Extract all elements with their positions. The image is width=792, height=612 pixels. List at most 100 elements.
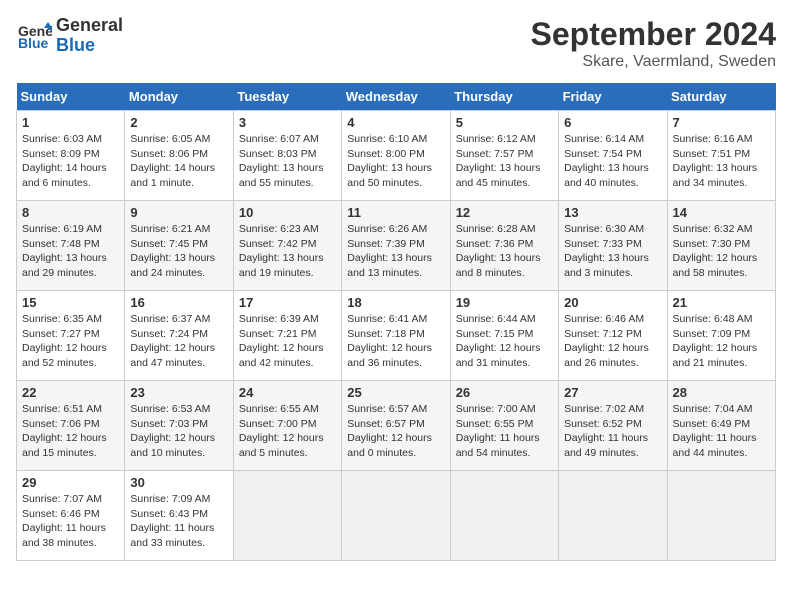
day-number: 11 <box>347 205 444 220</box>
calendar-day-cell: 6 Sunrise: 6:14 AMSunset: 7:54 PMDaylight… <box>559 111 667 201</box>
calendar-day-cell <box>233 471 341 561</box>
calendar-day-cell: 2 Sunrise: 6:05 AMSunset: 8:06 PMDaylight… <box>125 111 233 201</box>
day-number: 17 <box>239 295 336 310</box>
calendar-table: SundayMondayTuesdayWednesdayThursdayFrid… <box>16 83 776 561</box>
day-of-week-header: Tuesday <box>233 83 341 111</box>
day-number: 5 <box>456 115 553 130</box>
day-number: 24 <box>239 385 336 400</box>
calendar-week-row: 22 Sunrise: 6:51 AMSunset: 7:06 PMDayligh… <box>17 381 776 471</box>
calendar-day-cell: 3Sunrise: 6:07 AMSunset: 8:03 PMDaylight… <box>233 111 341 201</box>
day-number: 19 <box>456 295 553 310</box>
day-number: 13 <box>564 205 661 220</box>
day-number: 21 <box>673 295 770 310</box>
calendar-day-cell: 23 Sunrise: 6:53 AMSunset: 7:03 PMDayligh… <box>125 381 233 471</box>
day-info: Sunrise: 6:16 AMSunset: 7:51 PMDaylight:… <box>673 132 770 191</box>
day-info: Sunrise: 6:03 AMSunset: 8:09 PMDaylight:… <box>22 132 119 191</box>
day-number: 23 <box>130 385 227 400</box>
calendar-day-cell: 20Sunrise: 6:46 AMSunset: 7:12 PMDayligh… <box>559 291 667 381</box>
calendar-day-cell: 25 Sunrise: 6:57 AMSunset: 6:57 PMDayligh… <box>342 381 450 471</box>
calendar-body: 1 Sunrise: 6:03 AMSunset: 8:09 PMDaylight… <box>17 111 776 561</box>
day-number: 7 <box>673 115 770 130</box>
logo-text: General Blue <box>56 16 123 56</box>
logo-icon: General Blue <box>16 18 52 54</box>
day-info: Sunrise: 6:30 AMSunset: 7:33 PMDaylight:… <box>564 222 661 281</box>
calendar-day-cell: 11Sunrise: 6:26 AMSunset: 7:39 PMDayligh… <box>342 201 450 291</box>
calendar-day-cell: 8Sunrise: 6:19 AMSunset: 7:48 PMDaylight… <box>17 201 125 291</box>
day-of-week-header: Sunday <box>17 83 125 111</box>
calendar-day-cell: 1 Sunrise: 6:03 AMSunset: 8:09 PMDaylight… <box>17 111 125 201</box>
calendar-day-cell: 7 Sunrise: 6:16 AMSunset: 7:51 PMDaylight… <box>667 111 775 201</box>
calendar-day-cell: 17 Sunrise: 6:39 AMSunset: 7:21 PMDayligh… <box>233 291 341 381</box>
day-number: 12 <box>456 205 553 220</box>
day-number: 6 <box>564 115 661 130</box>
day-info: Sunrise: 6:57 AMSunset: 6:57 PMDaylight:… <box>347 402 444 461</box>
day-info: Sunrise: 6:53 AMSunset: 7:03 PMDaylight:… <box>130 402 227 461</box>
day-info: Sunrise: 6:41 AMSunset: 7:18 PMDaylight:… <box>347 312 444 371</box>
header: General Blue General Blue September 2024… <box>16 16 776 71</box>
day-number: 18 <box>347 295 444 310</box>
day-info: Sunrise: 6:28 AMSunset: 7:36 PMDaylight:… <box>456 222 553 281</box>
calendar-day-cell: 4 Sunrise: 6:10 AMSunset: 8:00 PMDaylight… <box>342 111 450 201</box>
day-info: Sunrise: 6:37 AMSunset: 7:24 PMDaylight:… <box>130 312 227 371</box>
calendar-day-cell <box>667 471 775 561</box>
day-number: 29 <box>22 475 119 490</box>
day-info: Sunrise: 6:14 AMSunset: 7:54 PMDaylight:… <box>564 132 661 191</box>
day-info: Sunrise: 6:55 AMSunset: 7:00 PMDaylight:… <box>239 402 336 461</box>
calendar-day-cell: 19 Sunrise: 6:44 AMSunset: 7:15 PMDayligh… <box>450 291 558 381</box>
calendar-day-cell: 30 Sunrise: 7:09 AMSunset: 6:43 PMDayligh… <box>125 471 233 561</box>
day-of-week-header: Monday <box>125 83 233 111</box>
calendar-header-row: SundayMondayTuesdayWednesdayThursdayFrid… <box>17 83 776 111</box>
day-number: 9 <box>130 205 227 220</box>
day-number: 27 <box>564 385 661 400</box>
calendar-day-cell: 9 Sunrise: 6:21 AMSunset: 7:45 PMDaylight… <box>125 201 233 291</box>
day-info: Sunrise: 7:07 AMSunset: 6:46 PMDaylight:… <box>22 492 119 551</box>
day-number: 20 <box>564 295 661 310</box>
day-number: 2 <box>130 115 227 130</box>
day-number: 30 <box>130 475 227 490</box>
day-of-week-header: Wednesday <box>342 83 450 111</box>
day-number: 4 <box>347 115 444 130</box>
day-info: Sunrise: 6:48 AMSunset: 7:09 PMDaylight:… <box>673 312 770 371</box>
day-number: 25 <box>347 385 444 400</box>
calendar-week-row: 29 Sunrise: 7:07 AMSunset: 6:46 PMDayligh… <box>17 471 776 561</box>
day-number: 1 <box>22 115 119 130</box>
month-title: September 2024 <box>531 16 776 53</box>
calendar-day-cell <box>559 471 667 561</box>
logo: General Blue General Blue <box>16 16 123 56</box>
calendar-day-cell: 10 Sunrise: 6:23 AMSunset: 7:42 PMDayligh… <box>233 201 341 291</box>
calendar-day-cell: 5 Sunrise: 6:12 AMSunset: 7:57 PMDaylight… <box>450 111 558 201</box>
day-info: Sunrise: 6:51 AMSunset: 7:06 PMDaylight:… <box>22 402 119 461</box>
calendar-day-cell <box>450 471 558 561</box>
day-number: 15 <box>22 295 119 310</box>
calendar-day-cell: 27 Sunrise: 7:02 AMSunset: 6:52 PMDayligh… <box>559 381 667 471</box>
day-of-week-header: Friday <box>559 83 667 111</box>
day-info: Sunrise: 6:10 AMSunset: 8:00 PMDaylight:… <box>347 132 444 191</box>
svg-text:Blue: Blue <box>18 35 49 51</box>
calendar-day-cell: 18 Sunrise: 6:41 AMSunset: 7:18 PMDayligh… <box>342 291 450 381</box>
day-of-week-header: Saturday <box>667 83 775 111</box>
day-number: 8 <box>22 205 119 220</box>
calendar-week-row: 8Sunrise: 6:19 AMSunset: 7:48 PMDaylight… <box>17 201 776 291</box>
day-number: 16 <box>130 295 227 310</box>
day-number: 14 <box>673 205 770 220</box>
day-info: Sunrise: 7:04 AMSunset: 6:49 PMDaylight:… <box>673 402 770 461</box>
day-info: Sunrise: 6:39 AMSunset: 7:21 PMDaylight:… <box>239 312 336 371</box>
day-info: Sunrise: 6:35 AMSunset: 7:27 PMDaylight:… <box>22 312 119 371</box>
calendar-day-cell: 14 Sunrise: 6:32 AMSunset: 7:30 PMDayligh… <box>667 201 775 291</box>
calendar-day-cell: 29 Sunrise: 7:07 AMSunset: 6:46 PMDayligh… <box>17 471 125 561</box>
day-info: Sunrise: 6:32 AMSunset: 7:30 PMDaylight:… <box>673 222 770 281</box>
calendar-week-row: 15 Sunrise: 6:35 AMSunset: 7:27 PMDayligh… <box>17 291 776 381</box>
day-number: 22 <box>22 385 119 400</box>
calendar-day-cell: 12 Sunrise: 6:28 AMSunset: 7:36 PMDayligh… <box>450 201 558 291</box>
day-info: Sunrise: 6:23 AMSunset: 7:42 PMDaylight:… <box>239 222 336 281</box>
day-info: Sunrise: 6:44 AMSunset: 7:15 PMDaylight:… <box>456 312 553 371</box>
day-info: Sunrise: 6:05 AMSunset: 8:06 PMDaylight:… <box>130 132 227 191</box>
day-number: 10 <box>239 205 336 220</box>
day-info: Sunrise: 7:09 AMSunset: 6:43 PMDaylight:… <box>130 492 227 551</box>
day-info: Sunrise: 6:12 AMSunset: 7:57 PMDaylight:… <box>456 132 553 191</box>
day-info: Sunrise: 7:02 AMSunset: 6:52 PMDaylight:… <box>564 402 661 461</box>
day-of-week-header: Thursday <box>450 83 558 111</box>
day-info: Sunrise: 6:07 AMSunset: 8:03 PMDaylight:… <box>239 132 336 191</box>
calendar-day-cell: 28Sunrise: 7:04 AMSunset: 6:49 PMDayligh… <box>667 381 775 471</box>
day-info: Sunrise: 6:21 AMSunset: 7:45 PMDaylight:… <box>130 222 227 281</box>
